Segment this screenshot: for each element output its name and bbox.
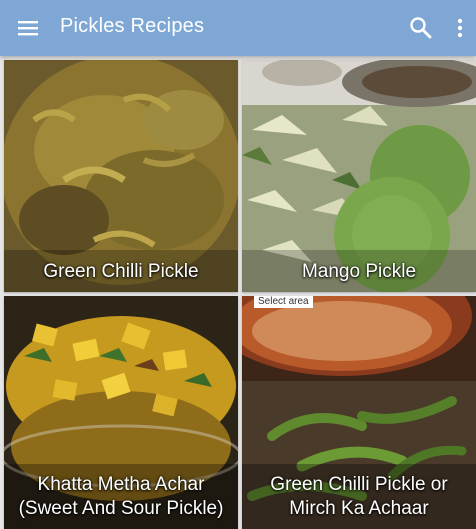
menu-icon [18, 21, 38, 36]
search-button[interactable] [404, 11, 438, 45]
recipe-card-khatta-metha-achar[interactable]: Khatta Metha Achar (Sweet And Sour Pickl… [4, 296, 238, 529]
app-bar: Pickles Recipes [0, 0, 476, 56]
recipe-card-mango-pickle[interactable]: Mango Pickle [242, 60, 476, 292]
recipe-title: Green Chilli Pickle or Mirch Ka Achaar [270, 474, 448, 519]
green-chilli-pickle-image [4, 60, 238, 292]
app-title: Pickles Recipes [60, 15, 205, 37]
mango-pickle-image [242, 60, 476, 292]
recipe-card-green-chilli-pickle[interactable]: Green Chilli Pickle [4, 60, 238, 292]
recipe-title: Khatta Metha Achar (Sweet And Sour Pickl… [18, 474, 224, 519]
select-area-tag: Select area [254, 296, 313, 308]
overflow-menu-button[interactable] [448, 11, 472, 45]
recipe-card-mirch-ka-achaar[interactable]: Select area Green Chilli Pickle or Mirch… [242, 296, 476, 529]
search-icon [410, 17, 432, 39]
recipe-grid: Green Chilli Pickle Mango Pickle Khatta … [0, 56, 476, 529]
more-vert-icon [457, 18, 463, 38]
recipe-title: Mango Pickle [301, 261, 417, 282]
recipe-title: Green Chilli Pickle [43, 261, 199, 282]
menu-button[interactable] [10, 10, 46, 46]
